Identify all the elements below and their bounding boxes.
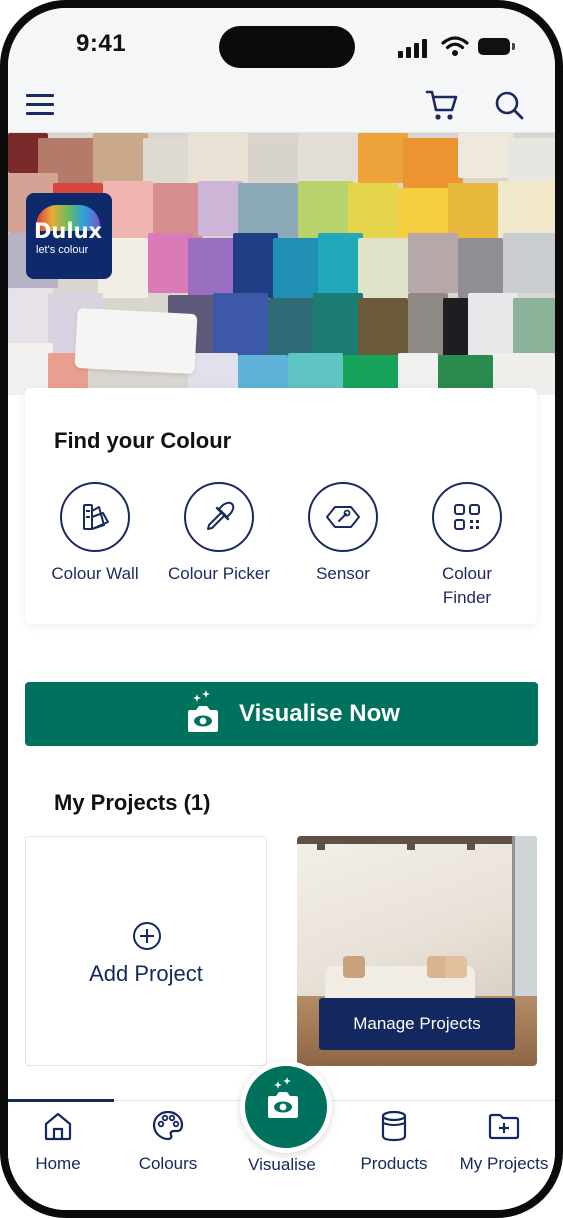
folder-plus-icon [488, 1113, 520, 1140]
status-time: 9:41 [76, 30, 127, 57]
find-your-colour-title: Find your Colour [54, 428, 232, 453]
battery-icon [478, 38, 515, 55]
dulux-logo[interactable]: Dulux let's colour [26, 193, 112, 279]
sensor-icon [308, 482, 378, 552]
colour-finder-tool[interactable]: Colour Finder [407, 482, 527, 610]
colour-wall-tool[interactable]: Colour Wall [35, 482, 155, 586]
phone-frame: 9:41 Dulux let's colour Find your Colour… [0, 0, 563, 1218]
hero-colour-swatches-image: Dulux let's colour [8, 133, 555, 395]
sensor-tool[interactable]: Sensor [283, 482, 403, 586]
nav-label: Colours [138, 1154, 198, 1173]
tool-label: Colour Picker [167, 564, 271, 583]
nav-visualise-fab[interactable] [240, 1061, 332, 1153]
nav-colours[interactable]: Colours [118, 1109, 218, 1174]
cushion [343, 956, 365, 978]
swatch-fan-icon [60, 482, 130, 552]
tool-label: Colour Finder [441, 564, 493, 607]
camera-sparkle-icon [188, 690, 218, 732]
tool-label: Sensor [316, 564, 370, 583]
add-project-card[interactable]: Add Project [25, 836, 267, 1066]
nav-my-projects[interactable]: My Projects [454, 1109, 554, 1174]
nav-products[interactable]: Products [344, 1109, 444, 1174]
active-tab-indicator [8, 1099, 114, 1102]
my-projects-title: My Projects (1) [54, 790, 211, 815]
add-circle-icon [133, 922, 161, 950]
nav-label: Visualise [248, 1155, 316, 1174]
logo-tagline: let's colour [36, 244, 89, 256]
palette-icon [152, 1110, 184, 1141]
logo-brand-text: Dulux [34, 219, 103, 243]
add-project-label: Add Project [89, 961, 203, 986]
ceiling-beam [317, 836, 325, 850]
find-your-colour-card: Find your Colour Colour Wall Colour Pick… [25, 388, 537, 624]
visualise-now-label: Visualise Now [239, 700, 400, 727]
visualise-now-button[interactable]: Visualise Now [25, 682, 538, 746]
dynamic-island [219, 26, 355, 68]
nav-label: My Projects [459, 1154, 549, 1173]
tool-label: Colour Wall [51, 564, 139, 583]
project-thumbnail-card[interactable]: Manage Projects [297, 836, 537, 1066]
home-icon [44, 1112, 72, 1141]
app-header [8, 78, 555, 133]
paint-can-icon [381, 1110, 407, 1142]
nav-label: Products [360, 1154, 428, 1173]
screen: 9:41 Dulux let's colour Find your Colour… [8, 8, 555, 1210]
camera-sparkle-icon [268, 1077, 298, 1118]
nav-label: Home [35, 1154, 81, 1173]
bottom-navigation: Home Colours Visualise Products My Proje… [8, 1061, 555, 1210]
menu-icon[interactable] [26, 94, 54, 116]
colour-picker-tool[interactable]: Colour Picker [159, 482, 279, 586]
nav-home[interactable]: Home [8, 1109, 108, 1174]
ceiling-beam [297, 836, 537, 844]
ceiling-beam [467, 836, 475, 850]
cart-icon[interactable] [424, 88, 460, 122]
qr-code-icon [432, 482, 502, 552]
cushion [445, 956, 467, 978]
wifi-icon [441, 36, 469, 56]
search-icon[interactable] [494, 90, 526, 122]
cellular-signal-icon [398, 38, 432, 58]
manage-projects-button[interactable]: Manage Projects [319, 998, 515, 1050]
ceiling-beam [407, 836, 415, 850]
eyedropper-icon [184, 482, 254, 552]
status-bar: 9:41 [8, 8, 555, 78]
